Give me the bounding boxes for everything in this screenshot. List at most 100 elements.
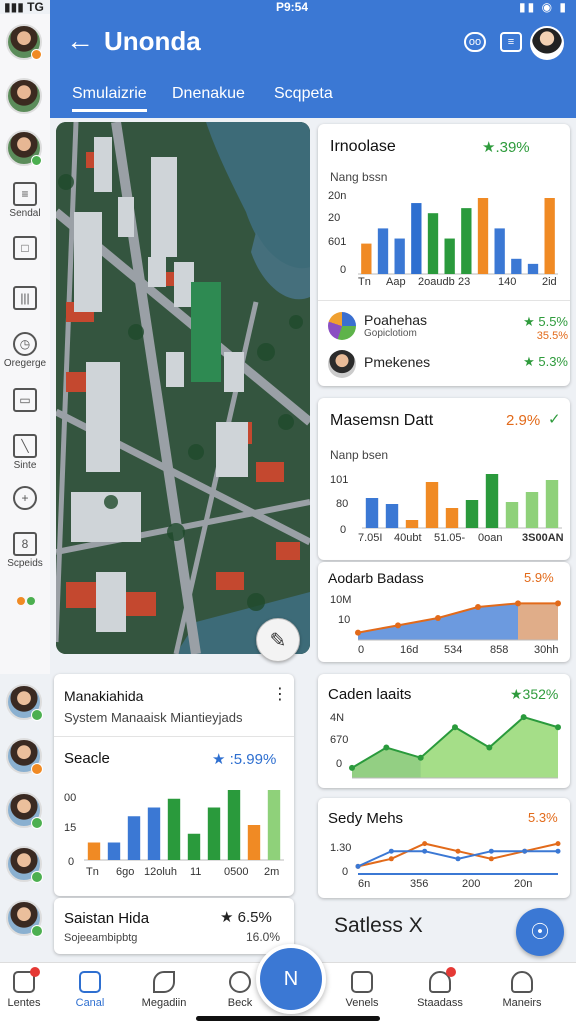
x-tick: 140 [498,276,517,288]
rail-item-oregerge[interactable]: ◷ Oregerge [0,332,50,369]
list-item[interactable]: Poahehas Gopiclotiom ★ 5.5% 35.5% [328,310,568,346]
card-percentage: 5.9% [524,570,554,585]
bar [461,208,472,274]
y-tick: 10 [338,614,351,626]
bar [147,807,161,860]
x-tick: 0oan [478,532,503,544]
nav-megadiin[interactable]: Megadiin [124,971,204,1009]
contact-avatar[interactable] [6,24,42,60]
x-tick: 23 [458,276,471,288]
row-name: Pmekenes [364,354,431,370]
card-manakiahida: Manakiahida ⋮ System Manaaisk Miantieyja… [54,674,294,896]
rail-item-compass[interactable]: + [0,486,50,510]
contact-avatar[interactable] [6,130,42,166]
rail-item-scpeids[interactable]: 8 Scpeids [0,532,50,569]
row-value-secondary: 35.5% [536,330,568,342]
rail-item-folder[interactable]: ▭ [0,388,50,412]
bar [365,498,379,528]
card-percentage: ★ :5.99% [212,751,277,768]
data-point [555,724,561,731]
data-point [555,848,561,854]
bar [247,825,261,860]
card-title: Sedy Mehs [328,810,404,827]
card-title: Manakiahida [64,688,144,704]
nav-canal[interactable]: Canal [50,971,130,1009]
card-caden-laaits: Caden laaits ★352% 4N 670 0 [318,674,570,788]
nav-staadass[interactable]: Staadass [400,967,480,1009]
section-title: Seacle [64,750,110,767]
contact-avatar[interactable] [6,792,43,829]
line-chart-sedy [355,841,561,875]
menu-icon[interactable]: ≡ [500,32,522,52]
center-action-button[interactable]: N [256,944,326,1014]
x-tick: 356 [410,878,429,890]
contact-avatar[interactable] [6,738,43,775]
rail-item-cube[interactable]: □ [0,236,50,260]
card-subtitle: Sojeeambipbtg [64,932,138,944]
data-point [455,856,461,862]
data-point [355,629,361,636]
channel-icon [79,971,101,993]
chat-fab[interactable]: ☉ [516,908,564,956]
list-item[interactable]: Pmekenes ★ 5.3% [328,348,568,384]
y-tick: 101 [330,474,349,486]
home-indicator [196,1016,380,1021]
bar [545,480,559,528]
contact-avatar[interactable] [6,900,43,937]
rail-item-bars[interactable]: ||| [0,286,50,310]
x-tick: 6n [358,878,371,890]
row-name: Poahehas [364,312,428,328]
nav-venels[interactable]: Venels [322,971,402,1009]
rail-item-sinte[interactable]: ╲ Sinte [0,434,50,471]
x-tick: 2id [542,276,557,288]
card-subtitle: Nanp bsen [330,448,389,462]
rail-item-sendal[interactable]: ≡ Sendal [0,182,50,219]
contact-avatar[interactable] [6,78,42,114]
bar [525,492,539,528]
bar [444,238,455,274]
card-title: Saistan Hida [64,910,150,927]
bar [405,520,419,528]
check-icon: ✓ [548,411,561,428]
notification-badge [30,967,40,977]
card-title: Caden laaits [328,686,412,703]
compass-icon: + [13,486,37,510]
document-icon: ≡ [13,182,37,206]
bar-chart-seacle [84,790,284,861]
toggle-icon[interactable]: oo [464,32,486,52]
y-tick: 4N [330,712,345,724]
folder-icon: ▭ [13,388,37,412]
ruler-icon: ╲ [13,434,37,458]
profile-avatar[interactable] [530,26,564,60]
bar [127,816,141,860]
back-arrow-icon[interactable]: ← [66,24,94,58]
signal-indicator: ▮▮▮ TG [4,0,44,14]
card-masemsn-datt: Masemsn Datt 2.9% ✓ Nanp bsen 101 80 0 7… [318,398,570,560]
y-tick: 0 [68,856,75,868]
y-tick: 601 [328,236,347,248]
bar [427,213,439,274]
bar [227,790,241,860]
card-secondary-value: 16.0% [246,930,281,944]
more-options-icon[interactable]: ⋮ [272,684,288,704]
data-point [355,863,361,869]
x-tick: 20n [514,878,533,890]
bar [377,228,389,274]
calendar-icon: 8 [13,532,37,556]
nav-maneirs[interactable]: Maneirs [482,971,562,1009]
x-tick: 200 [462,878,481,890]
bar [485,474,499,528]
bar-chart-masemsn-datt [362,474,562,529]
tab-scqpeta[interactable]: Scqpeta [274,85,333,103]
contact-avatar[interactable] [6,846,43,883]
edit-pencil-button[interactable]: ✎ [256,618,300,662]
x-tick: 0 [358,644,365,656]
data-point [452,724,458,731]
card-percentage: ★352% [510,686,559,702]
data-point [520,714,527,721]
bulb-icon [229,971,251,993]
contact-avatar[interactable] [6,684,43,721]
tab-smulaizrie[interactable]: Smulaizrie [72,85,147,112]
x-tick: 12oluh [144,866,178,878]
tab-dnenakue[interactable]: Dnenakue [172,85,245,103]
